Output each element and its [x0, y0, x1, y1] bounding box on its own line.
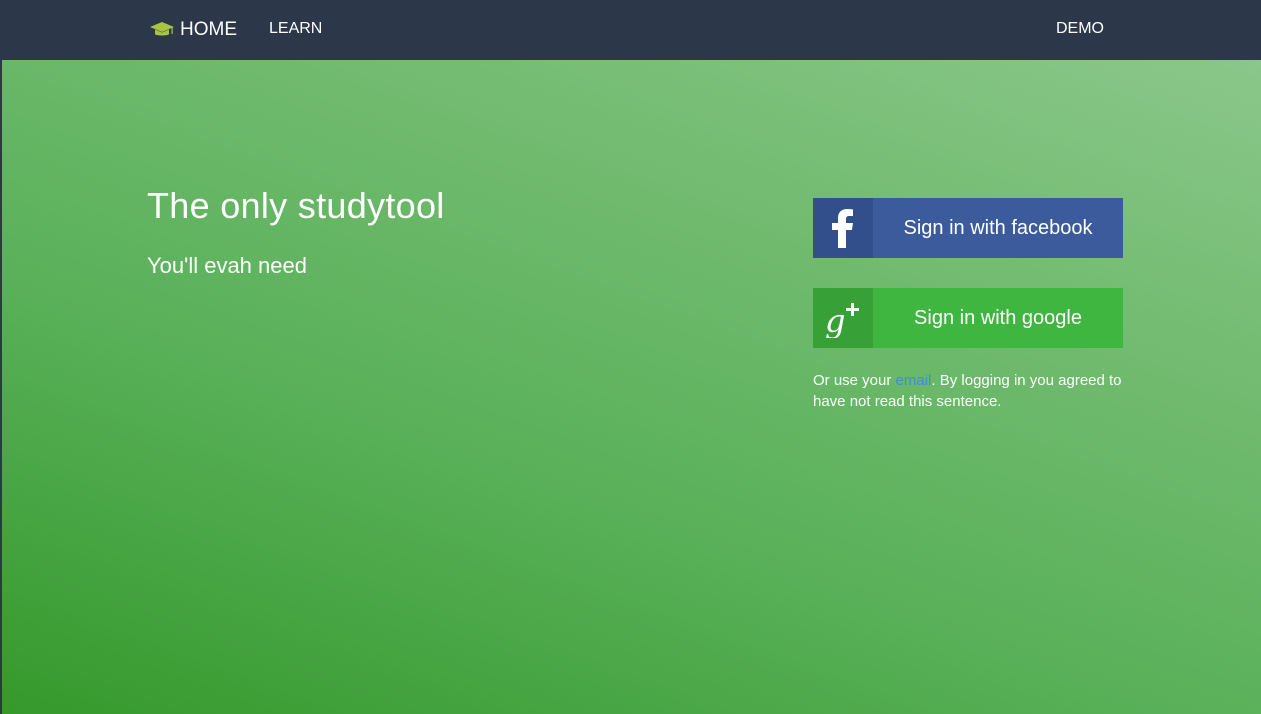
facebook-icon	[813, 198, 873, 258]
graduation-cap-icon	[150, 22, 174, 36]
top-navbar: HOME LEARN DEMO	[0, 0, 1261, 60]
legal-notice: Or use your email. By logging in you agr…	[813, 370, 1125, 412]
nav-learn-link[interactable]: LEARN	[269, 20, 322, 38]
legal-prefix: Or use your	[813, 372, 896, 389]
nav-home-link[interactable]: HOME	[150, 16, 237, 44]
facebook-signin-label: Sign in with facebook	[903, 216, 1093, 239]
google-signin-button[interactable]: g Sign in with google	[813, 288, 1123, 348]
google-plus-icon: g	[813, 288, 873, 348]
page-subtitle: You'll evah need	[147, 253, 307, 278]
facebook-signin-button[interactable]: Sign in with facebook	[813, 198, 1123, 258]
nav-home-label: HOME	[180, 19, 237, 40]
nav-demo-link[interactable]: DEMO	[1056, 20, 1104, 38]
email-login-link[interactable]: email	[896, 372, 932, 389]
svg-text:g: g	[825, 302, 845, 338]
page-title: The only studytool	[147, 185, 445, 226]
google-signin-label: Sign in with google	[914, 306, 1082, 329]
